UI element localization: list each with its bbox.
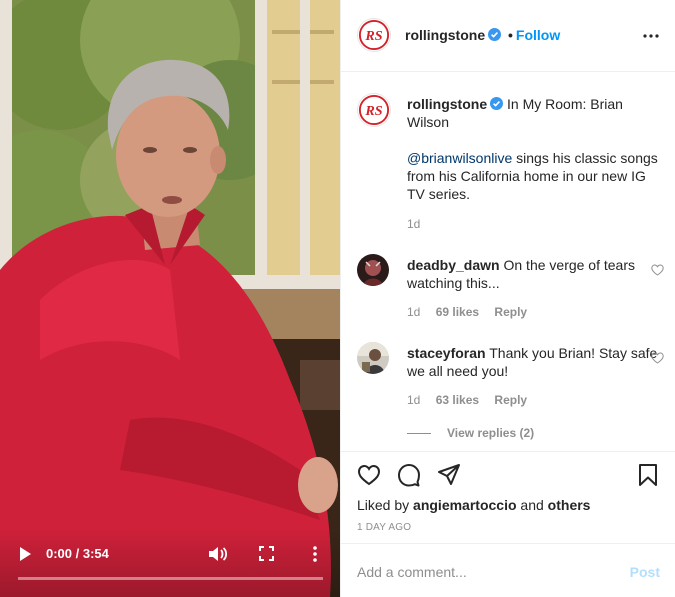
post-side-panel: RS rollingstone • Follow RS rollingstone…: [340, 0, 675, 597]
header-identity: rollingstone • Follow: [405, 27, 560, 43]
verified-badge-icon: [490, 97, 504, 110]
header-dot-separator: •: [508, 27, 513, 43]
liked-by-conjunction: and: [520, 497, 544, 513]
play-icon[interactable]: [18, 546, 32, 562]
liked-by-prefix: Liked by: [357, 497, 410, 513]
fullscreen-icon[interactable]: [259, 546, 274, 561]
replies-divider-line: [407, 433, 431, 435]
post-header: RS rollingstone • Follow: [341, 0, 675, 72]
comment-bubble-icon[interactable]: [397, 463, 421, 487]
bookmark-icon[interactable]: [636, 463, 660, 487]
comment-like-heart-icon[interactable]: [651, 352, 664, 364]
view-replies-label: View replies (2): [447, 426, 535, 440]
rolling-stone-logo: RS: [358, 19, 390, 51]
account-avatar[interactable]: RS: [357, 18, 391, 52]
reply-button[interactable]: Reply: [494, 305, 527, 319]
more-vertical-icon[interactable]: [309, 545, 321, 563]
comment-age: 1d: [407, 305, 421, 319]
caption-age: 1d: [407, 217, 421, 231]
comment-meta: 1d 63 likes Reply: [407, 393, 539, 407]
video-player[interactable]: 0:00 / 3:54: [0, 0, 340, 597]
caption-username[interactable]: rollingstone: [407, 96, 487, 112]
video-frame: [0, 0, 340, 597]
follow-button[interactable]: Follow: [516, 27, 560, 43]
liked-by-others[interactable]: others: [548, 497, 591, 513]
comment-likes[interactable]: 69 likes: [436, 305, 479, 319]
header-username[interactable]: rollingstone: [405, 27, 485, 43]
caption-mention[interactable]: @brianwilsonlive: [407, 150, 512, 166]
video-progress-bar[interactable]: [18, 577, 323, 580]
video-time: 0:00 / 3:54: [46, 546, 109, 561]
comment-text-block: deadby_dawn On the verge of tears watchi…: [407, 256, 663, 292]
volume-icon[interactable]: [208, 545, 228, 563]
svg-text:RS: RS: [364, 28, 382, 44]
comment-username[interactable]: staceyforan: [407, 345, 486, 361]
post-comment-button[interactable]: Post: [630, 564, 660, 580]
video-controls-bar: [0, 527, 340, 597]
comment-meta: 1d 69 likes Reply: [407, 305, 539, 319]
heart-icon[interactable]: [357, 463, 381, 487]
avatar-image: [357, 342, 389, 374]
caption-meta: 1d: [407, 217, 432, 231]
view-replies-button[interactable]: View replies (2): [407, 426, 534, 440]
comment-text-block: staceyforan Thank you Brian! Stay safe w…: [407, 344, 663, 380]
comment-input[interactable]: [357, 562, 607, 582]
comments-list: RS rollingstone In My Room: Brian Wilson…: [341, 73, 675, 451]
reply-button[interactable]: Reply: [494, 393, 527, 407]
post-actions: Liked by angiemartoccio and others 1 DAY…: [341, 451, 675, 543]
caption-avatar[interactable]: RS: [357, 93, 391, 127]
svg-text:RS: RS: [364, 103, 382, 119]
verified-badge-icon: [488, 28, 502, 41]
caption-title-line: rollingstone In My Room: Brian Wilson: [407, 95, 663, 131]
more-horizontal-icon[interactable]: [642, 27, 660, 45]
paper-plane-icon[interactable]: [437, 463, 461, 487]
comment-like-heart-icon[interactable]: [651, 264, 664, 276]
post-timestamp[interactable]: 1 DAY AGO: [357, 522, 411, 533]
commenter-avatar[interactable]: [357, 254, 389, 286]
caption-body: @brianwilsonlive sings his classic songs…: [407, 149, 663, 203]
liked-by-user[interactable]: angiemartoccio: [413, 497, 516, 513]
avatar-image: [357, 254, 389, 286]
add-comment-bar: Post: [341, 543, 675, 597]
instagram-post: 0:00 / 3:54 RS rollingstone • Follow RS …: [0, 0, 675, 597]
comment-likes[interactable]: 63 likes: [436, 393, 479, 407]
comment-age: 1d: [407, 393, 421, 407]
comment-username[interactable]: deadby_dawn: [407, 257, 500, 273]
rolling-stone-logo: RS: [358, 94, 390, 126]
liked-by-line: Liked by angiemartoccio and others: [357, 497, 590, 513]
commenter-avatar[interactable]: [357, 342, 389, 374]
